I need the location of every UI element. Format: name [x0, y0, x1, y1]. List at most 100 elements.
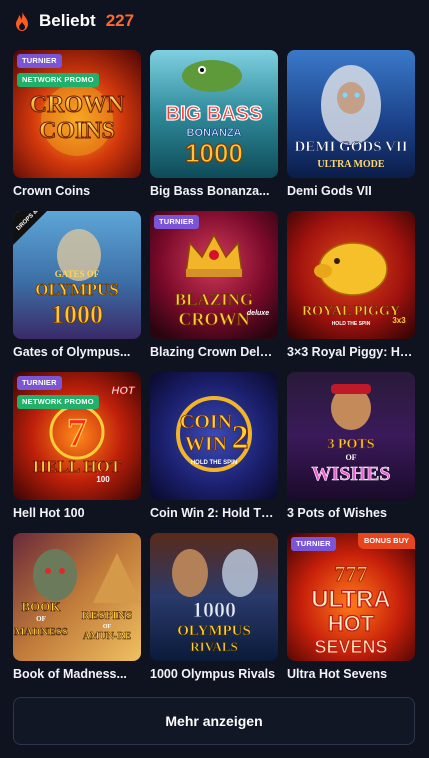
art-text-respins: RESPINS: [82, 608, 133, 622]
game-title: Hell Hot 100: [13, 506, 85, 520]
art-text-gates-of: GATES OF: [55, 269, 100, 279]
game-grid: CROWN COINS TURNIER NETWORK PROMO Crown …: [13, 50, 415, 694]
badge-tournament: TURNIER: [17, 376, 62, 390]
art-text-crown: CROWN: [179, 309, 250, 329]
art-text-777: 777: [335, 561, 368, 586]
badge-tournament: TURNIER: [154, 215, 199, 229]
art-text-coins: COINS: [39, 118, 115, 144]
flame-icon: [16, 11, 28, 31]
game-thumbnail[interactable]: BLAZING CROWN deluxe TURNIER: [150, 211, 278, 339]
game-artwork: CROWN COINS: [13, 50, 141, 178]
game-thumbnail[interactable]: DROPS & WINS GATES OF OLYMPUS 1000: [13, 211, 141, 339]
art-text-olympus: OLYMPUS: [35, 280, 118, 299]
game-title: Gates of Olympus...: [13, 345, 131, 359]
art-text-seven: 7: [67, 410, 87, 455]
game-thumbnail[interactable]: COIN WIN 2 HOLD THE SPIN: [150, 372, 278, 500]
badge-network-promo: NETWORK PROMO: [17, 395, 99, 409]
art-text-big-bass: BIG BASS: [166, 103, 263, 125]
game-thumbnail[interactable]: 3 POTS OF WISHES: [287, 372, 415, 500]
art-text-1000: 1000: [185, 138, 243, 168]
art-text-amun-re: AMUN-RE: [83, 631, 132, 642]
game-artwork: COIN WIN 2 HOLD THE SPIN: [150, 372, 278, 500]
game-title: Crown Coins: [13, 184, 91, 198]
game-title: Blazing Crown Deluxe: [150, 345, 278, 359]
art-text-madness: MADNESS: [14, 626, 68, 638]
game-tile-hell-hot-100[interactable]: HOT 7 HELL HOT 100 TURNIER NETWORK PROMO…: [13, 372, 141, 533]
game-artwork: BIG BASS BONANZA 1000: [150, 50, 278, 178]
game-title: Demi Gods VII: [287, 184, 372, 198]
game-artwork: 777 ULTRA HOT SEVENS: [287, 533, 415, 661]
game-thumbnail[interactable]: 1000 OLYMPUS RIVALS: [150, 533, 278, 661]
game-title: 1000 Olympus Rivals: [150, 667, 276, 681]
art-text-of-2: OF: [103, 624, 112, 630]
art-text-1000: 1000: [51, 300, 103, 329]
game-artwork: BLAZING CROWN deluxe: [150, 211, 278, 339]
show-more-button[interactable]: Mehr anzeigen: [13, 697, 415, 745]
game-thumbnail[interactable]: 777 ULTRA HOT SEVENS TURNIER BONUS BUY: [287, 533, 415, 661]
art-text-wishes: WISHES: [312, 463, 391, 485]
badge-tournament: TURNIER: [17, 54, 62, 68]
game-artwork: 1000 OLYMPUS RIVALS: [150, 533, 278, 661]
art-text-3-pots: 3 POTS: [327, 437, 374, 452]
art-text-hold-the-spin: HOLD THE SPIN: [191, 460, 237, 466]
game-tile-blazing-crown-deluxe[interactable]: BLAZING CROWN deluxe TURNIER Blazing Cro…: [150, 211, 278, 372]
section-header: Beliebt 227: [13, 8, 134, 34]
badge-bonus-buy: BONUS BUY: [357, 533, 415, 549]
game-artwork: ROYAL PIGGY HOLD THE SPIN 3x3: [287, 211, 415, 339]
art-text-olympus: OLYMPUS: [177, 623, 251, 639]
game-thumbnail[interactable]: BIG BASS BONANZA 1000: [150, 50, 278, 178]
art-text-crown: CROWN: [30, 92, 125, 118]
game-tile-book-of-madness[interactable]: BOOK OF MADNESS RESPINS OF AMUN-RE Book …: [13, 533, 141, 694]
art-text-rivals: RIVALS: [190, 639, 237, 654]
game-tile-royal-piggy[interactable]: ROYAL PIGGY HOLD THE SPIN 3x3 3×3 Royal …: [287, 211, 415, 372]
game-tile-demi-gods-vii[interactable]: DEMI GODS VII ULTRA MODE Demi Gods VII: [287, 50, 415, 211]
art-text-sevens: SEVENS: [314, 637, 387, 657]
art-text-2: 2: [232, 419, 249, 456]
game-thumbnail[interactable]: DEMI GODS VII ULTRA MODE: [287, 50, 415, 178]
game-tile-3-pots-of-wishes[interactable]: 3 POTS OF WISHES 3 Pots of Wishes: [287, 372, 415, 533]
art-text-hot: HOT: [111, 385, 136, 397]
game-title: Ultra Hot Sevens: [287, 667, 388, 681]
art-text-hold-the-spin: HOLD THE SPIN: [332, 321, 371, 327]
game-artwork: BOOK OF MADNESS RESPINS OF AMUN-RE: [13, 533, 141, 661]
game-tile-1000-olympus-rivals[interactable]: 1000 OLYMPUS RIVALS 1000 Olympus Rivals: [150, 533, 278, 694]
game-thumbnail[interactable]: ROYAL PIGGY HOLD THE SPIN 3x3: [287, 211, 415, 339]
art-text-royal-piggy: ROYAL PIGGY: [302, 304, 400, 319]
game-thumbnail[interactable]: HOT 7 HELL HOT 100 TURNIER NETWORK PROMO: [13, 372, 141, 500]
art-text-100: 100: [96, 475, 110, 484]
game-artwork: HOT 7 HELL HOT 100: [13, 372, 141, 500]
art-text-of: OF: [345, 453, 356, 462]
section-count: 227: [105, 11, 135, 30]
badge-tournament: TURNIER: [291, 537, 336, 551]
game-title: Coin Win 2: Hold Th...: [150, 506, 278, 520]
art-text-of: OF: [36, 615, 46, 623]
game-tile-coin-win-2[interactable]: COIN WIN 2 HOLD THE SPIN Coin Win 2: Hol…: [150, 372, 278, 533]
art-text-hell-hot: HELL HOT: [33, 457, 122, 476]
game-thumbnail[interactable]: CROWN COINS TURNIER NETWORK PROMO: [13, 50, 141, 178]
section-title: Beliebt: [39, 11, 96, 30]
art-text-ultra: ULTRA: [311, 586, 391, 613]
game-title: 3×3 Royal Piggy: Ho...: [287, 345, 415, 359]
art-text-ultra-mode: ULTRA MODE: [317, 159, 384, 170]
art-text-book: BOOK: [21, 599, 61, 614]
game-tile-crown-coins[interactable]: CROWN COINS TURNIER NETWORK PROMO Crown …: [13, 50, 141, 211]
art-text-coin: COIN: [180, 411, 233, 433]
art-text-win: WIN: [185, 433, 228, 455]
art-text-1000: 1000: [192, 597, 236, 622]
game-artwork: DEMI GODS VII ULTRA MODE: [287, 50, 415, 178]
game-tile-gates-of-olympus[interactable]: DROPS & WINS GATES OF OLYMPUS 1000 Gates…: [13, 211, 141, 372]
game-title: Book of Madness...: [13, 667, 127, 681]
game-artwork: 3 POTS OF WISHES: [287, 372, 415, 500]
art-text-3x3: 3x3: [392, 316, 406, 325]
game-thumbnail[interactable]: BOOK OF MADNESS RESPINS OF AMUN-RE: [13, 533, 141, 661]
art-text-blazing: BLAZING: [175, 290, 253, 309]
game-tile-ultra-hot-sevens[interactable]: 777 ULTRA HOT SEVENS TURNIER BONUS BUY U…: [287, 533, 415, 694]
game-artwork: DROPS & WINS GATES OF OLYMPUS 1000: [13, 211, 141, 339]
art-text-deluxe: deluxe: [247, 310, 269, 317]
game-title: Big Bass Bonanza...: [150, 184, 270, 198]
badge-network-promo: NETWORK PROMO: [17, 73, 99, 87]
game-tile-big-bass-bonanza[interactable]: BIG BASS BONANZA 1000 Big Bass Bonanza..…: [150, 50, 278, 211]
art-text-hot: HOT: [328, 611, 375, 636]
art-text-demi-gods: DEMI GODS VII: [294, 139, 407, 155]
game-title: 3 Pots of Wishes: [287, 506, 387, 520]
